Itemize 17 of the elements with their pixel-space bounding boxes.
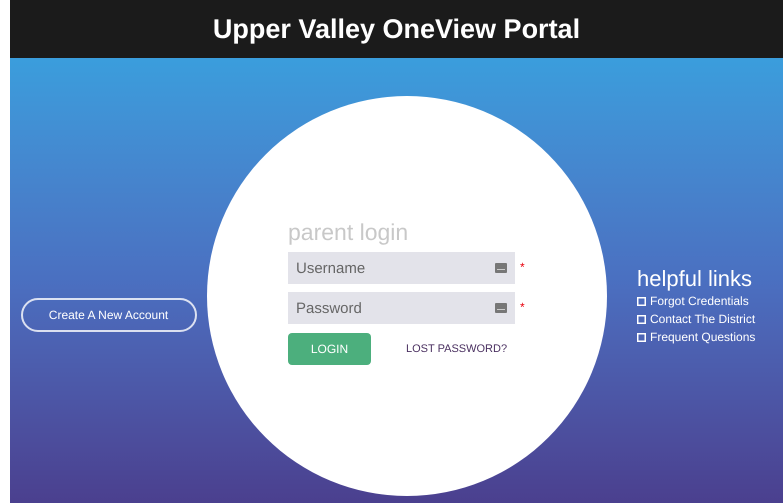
input-field[interactable]: Password [288,292,515,324]
required-mark: * [520,299,525,316]
input-field[interactable]: Username [288,252,515,284]
helpful-link[interactable]: Frequent Questions [650,328,756,346]
square-icon [637,314,646,324]
required-mark: * [520,259,525,276]
helpful-link[interactable]: Forgot Credentials [650,292,749,310]
lost-password-link[interactable]: LOST PASSWORD? [406,340,508,358]
create-account-button[interactable]: Create A New Account [20,298,196,332]
portal-title: Upper Valley OneView Portal [212,12,580,46]
login-button[interactable]: LOGIN [288,333,371,365]
square-icon [637,296,646,306]
keyboard-icon [495,303,507,313]
helpful-links-title: helpful links [637,266,753,292]
square-icon [637,332,646,342]
helpful-link[interactable]: Contact The District [650,310,756,328]
keyboard-icon [495,263,507,273]
